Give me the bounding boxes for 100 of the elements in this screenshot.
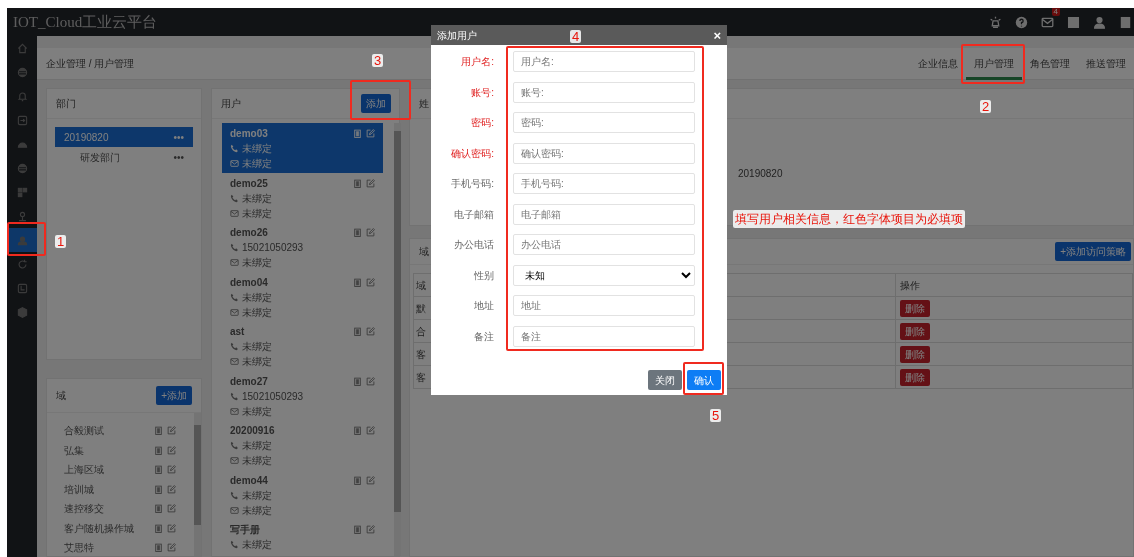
department-item[interactable]: 研发部门 •••: [55, 147, 193, 167]
user-item[interactable]: ast 未绑定 未绑定: [222, 321, 383, 371]
delete-button[interactable]: 删除: [900, 299, 930, 317]
lamp-icon[interactable]: [989, 15, 1002, 29]
trash-icon[interactable]: [154, 523, 163, 533]
user-item[interactable]: demo27 15021050293 未绑定: [222, 370, 383, 420]
phone-icon: [230, 441, 239, 450]
user-name: demo25: [230, 176, 268, 191]
phone-icon: [230, 342, 239, 351]
delete-button[interactable]: 删除: [900, 322, 930, 340]
user-name: 20200916: [230, 424, 275, 438]
email-address: 未绑定: [242, 503, 272, 518]
user-item[interactable]: demo04 未绑定 未绑定: [222, 271, 383, 321]
input-field[interactable]: 账号:: [513, 81, 695, 103]
trash-icon[interactable]: [353, 525, 362, 534]
trash-icon[interactable]: [353, 228, 362, 237]
users-icon: [16, 234, 28, 246]
input-field[interactable]: 办公电话: [513, 234, 695, 255]
phone-icon: [230, 490, 239, 500]
edit-icon[interactable]: [167, 543, 176, 553]
close-button[interactable]: 关闭: [648, 370, 682, 390]
department-item[interactable]: 20190820 •••: [55, 127, 193, 147]
cube-icon: [16, 306, 28, 318]
phone-number: 未绑定: [242, 290, 272, 305]
input-field[interactable]: 密码:: [513, 112, 695, 133]
edit-icon[interactable]: [167, 445, 176, 455]
trash-icon[interactable]: [154, 543, 163, 553]
annotation-note: 填写用户相关信息，红色字体项目为必填项: [733, 210, 965, 228]
phone-icon: [230, 292, 239, 302]
edit-icon[interactable]: [366, 376, 375, 386]
tab[interactable]: 推送管理: [1078, 47, 1134, 80]
scrollbar[interactable]: [394, 123, 401, 556]
edit-icon[interactable]: [366, 426, 375, 435]
edit-icon[interactable]: [366, 178, 375, 188]
user-item[interactable]: demo26 15021050293 未绑定: [222, 222, 383, 272]
input-field[interactable]: 备注: [513, 325, 695, 347]
field-label: 密码:: [470, 116, 494, 130]
trash-icon[interactable]: [154, 484, 163, 494]
add-domain-button[interactable]: +添加: [156, 386, 192, 405]
trash-icon[interactable]: [353, 376, 362, 386]
mail-icon: [230, 357, 239, 366]
edit-icon[interactable]: [366, 525, 375, 534]
user-item[interactable]: demo25 未绑定 未绑定: [222, 172, 383, 222]
edit-icon[interactable]: [366, 228, 375, 237]
panel-icon[interactable]: [1119, 15, 1132, 29]
edit-icon[interactable]: [167, 504, 176, 514]
edit-icon[interactable]: [366, 327, 375, 336]
tab[interactable]: 用户管理: [966, 47, 1022, 80]
mail-icon: [230, 258, 239, 267]
trash-icon[interactable]: [353, 426, 362, 435]
edit-icon[interactable]: [167, 426, 176, 436]
input-field[interactable]: 用户名:: [513, 51, 695, 72]
trash-icon[interactable]: [353, 475, 362, 485]
input-field[interactable]: 地址: [513, 295, 695, 316]
user-item[interactable]: 写手册 未绑定: [222, 519, 383, 557]
mail-icon[interactable]: [1041, 15, 1054, 29]
edit-icon[interactable]: [167, 523, 176, 533]
user-item[interactable]: 20200916 未绑定 未绑定: [222, 420, 383, 470]
delete-button[interactable]: 删除: [900, 345, 930, 363]
domain-name[interactable]: 培训城: [64, 481, 94, 497]
sidebar-item[interactable]: [7, 228, 37, 252]
scrollbar[interactable]: [194, 413, 201, 556]
phone-number: 未绑定: [242, 142, 272, 156]
email-address: 未绑定: [242, 355, 272, 369]
panel-title: 部门: [56, 97, 76, 111]
input-field[interactable]: 手机号码:: [513, 173, 695, 194]
more-menu[interactable]: •••: [173, 149, 184, 165]
add-user-button[interactable]: 添加: [361, 94, 391, 113]
trash-icon[interactable]: [353, 178, 362, 188]
edit-icon[interactable]: [167, 484, 176, 494]
domain-name[interactable]: 客户随机操作城: [64, 520, 134, 536]
domain-name[interactable]: 速控移交: [64, 501, 104, 517]
trash-icon[interactable]: [154, 504, 163, 514]
field-label: 确认密码:: [450, 146, 494, 161]
domain-name[interactable]: 合毅测试: [64, 423, 104, 439]
field-label: 手机号码:: [450, 177, 494, 191]
domain-name[interactable]: 弘集: [64, 442, 84, 458]
help-icon[interactable]: [1015, 15, 1028, 29]
trash-icon[interactable]: [154, 445, 163, 455]
edit-icon[interactable]: [167, 465, 176, 475]
confirm-button[interactable]: 确认: [687, 370, 721, 390]
gender-select[interactable]: 未知: [513, 264, 695, 286]
edit-icon[interactable]: [366, 475, 375, 485]
input-field[interactable]: 确认密码:: [513, 142, 695, 164]
tab[interactable]: 企业信息: [910, 47, 966, 80]
more-menu[interactable]: •••: [173, 129, 184, 145]
trash-icon[interactable]: [353, 327, 362, 336]
add-policy-button[interactable]: +添加访问策略: [1055, 242, 1131, 261]
user-item[interactable]: demo44 未绑定 未绑定: [222, 469, 383, 519]
login-icon: [16, 114, 28, 126]
trash-icon[interactable]: [353, 277, 362, 287]
delete-button[interactable]: 删除: [900, 368, 930, 386]
trash-icon[interactable]: [154, 426, 163, 436]
edit-icon[interactable]: [366, 277, 375, 287]
domain-name[interactable]: 艾思特: [64, 540, 94, 556]
step-number: 5: [710, 409, 722, 422]
tab[interactable]: 角色管理: [1022, 47, 1078, 80]
trash-icon[interactable]: [154, 465, 163, 475]
input-field[interactable]: 电子邮箱: [513, 203, 695, 225]
close-button[interactable]: ×: [713, 28, 721, 42]
